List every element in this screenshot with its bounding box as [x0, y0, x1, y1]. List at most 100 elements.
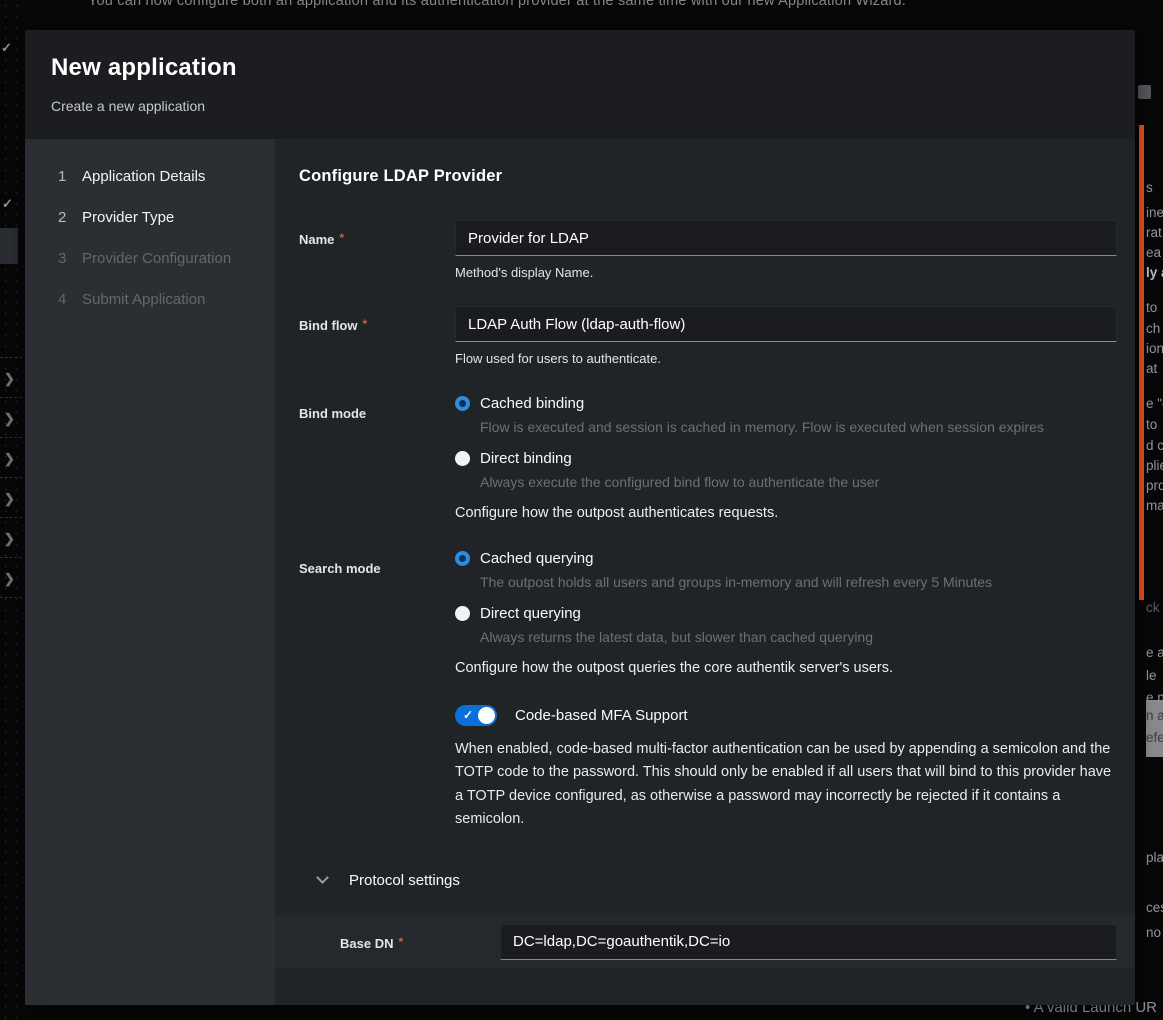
radio-unchecked-icon: [455, 451, 470, 466]
chevron-right-icon: ❯: [4, 491, 15, 507]
required-asterisk: *: [339, 231, 344, 245]
step-label: Submit Application: [82, 291, 205, 308]
base-dn-label: Base DN*: [299, 924, 500, 960]
divider: [0, 357, 22, 358]
background-scroll-button: [1138, 85, 1151, 99]
radio-unchecked-icon: [455, 606, 470, 621]
protocol-settings-label: Protocol settings: [349, 872, 460, 889]
step-number: 4: [58, 291, 82, 308]
divider: [0, 397, 22, 398]
wizard-step-content: Configure LDAP Provider Name* Method's d…: [275, 139, 1135, 1005]
protocol-settings-expander[interactable]: Protocol settings: [318, 872, 1117, 889]
clipped-background-text: s: [1146, 180, 1153, 195]
clipped-background-text: pro: [1146, 478, 1163, 493]
background-orange-scrollbar: [1139, 125, 1144, 600]
radio-cached-querying[interactable]: Cached querying: [455, 550, 1117, 567]
clipped-background-text: ine: [1146, 205, 1163, 220]
required-asterisk: *: [363, 317, 368, 331]
clipped-background-text: ces: [1146, 900, 1163, 915]
clipped-background-text: le: [1146, 668, 1157, 683]
search-mode-label: Search mode: [299, 550, 455, 676]
radio-label: Direct binding: [480, 450, 572, 467]
clipped-background-text: ma: [1146, 498, 1163, 513]
clipped-background-text: e "c: [1146, 396, 1163, 411]
radio-description: The outpost holds all users and groups i…: [480, 574, 1117, 590]
clipped-background-text: ly a: [1146, 265, 1163, 280]
step-application-details[interactable]: 1 Application Details: [25, 156, 275, 197]
bind-mode-label: Bind mode: [299, 395, 455, 521]
background-banner-text: You can now configure both an applicatio…: [88, 0, 906, 9]
bind-flow-label: Bind flow*: [299, 306, 455, 366]
modal-title: New application: [51, 54, 1109, 82]
radio-label: Direct querying: [480, 605, 581, 622]
required-asterisk: *: [398, 935, 403, 949]
radio-description: Always execute the configured bind flow …: [480, 474, 1117, 490]
clipped-background-text: ch: [1146, 321, 1160, 336]
step-provider-type[interactable]: 2 Provider Type: [25, 197, 275, 238]
divider: [0, 597, 22, 598]
clipped-background-text: ion: [1146, 341, 1163, 356]
radio-direct-binding[interactable]: Direct binding: [455, 450, 1117, 467]
clipped-background-text: ck: [1146, 600, 1160, 615]
bind-flow-help: Flow used for users to authenticate.: [455, 351, 1117, 366]
mfa-label-spacer: [299, 705, 455, 832]
radio-description: Flow is executed and session is cached i…: [480, 419, 1117, 435]
radio-checked-icon: [455, 551, 470, 566]
clipped-background-text: rat: [1146, 225, 1162, 240]
radio-description: Always returns the latest data, but slow…: [480, 629, 1117, 645]
chevron-right-icon: ❯: [4, 531, 15, 547]
clipped-background-text: plie: [1146, 458, 1163, 473]
modal-header: New application Create a new application: [25, 30, 1135, 139]
step-label: Provider Configuration: [82, 250, 231, 267]
bind-mode-help: Configure how the outpost authenticates …: [455, 505, 1117, 521]
step-label: Application Details: [82, 168, 205, 185]
divider: [0, 437, 22, 438]
radio-checked-icon: [455, 396, 470, 411]
name-help: Method's display Name.: [455, 265, 1117, 280]
chevron-down-icon: [316, 872, 329, 885]
clipped-background-text: at: [1146, 361, 1157, 376]
divider: [0, 557, 22, 558]
clipped-background-text: no: [1146, 925, 1161, 940]
background-nav-highlight: [0, 228, 18, 264]
clipped-background-text: d c: [1146, 438, 1163, 453]
clipped-background-text: to: [1146, 300, 1157, 315]
chevron-right-icon: ❯: [4, 451, 15, 467]
divider: [0, 477, 22, 478]
chevron-right-icon: ❯: [4, 371, 15, 387]
check-icon: ✓: [1, 40, 12, 56]
toggle-knob: [478, 707, 495, 724]
divider: [0, 517, 22, 518]
chevron-right-icon: ❯: [4, 571, 15, 587]
step-number: 1: [58, 168, 82, 185]
background-page-left-edge: [0, 0, 25, 1020]
mfa-help: When enabled, code-based multi-factor au…: [455, 738, 1117, 832]
step-provider-configuration: 3 Provider Configuration: [25, 238, 275, 279]
mfa-toggle[interactable]: [455, 705, 497, 726]
name-label: Name*: [299, 220, 455, 280]
name-input[interactable]: [455, 220, 1117, 256]
step-number: 2: [58, 209, 82, 226]
step-submit-application: 4 Submit Application: [25, 279, 275, 320]
step-label: Provider Type: [82, 209, 174, 226]
clipped-background-text: pla: [1146, 850, 1163, 865]
wizard-steps-nav: 1 Application Details 2 Provider Type 3 …: [25, 139, 275, 1005]
radio-direct-querying[interactable]: Direct querying: [455, 605, 1117, 622]
chevron-right-icon: ❯: [4, 411, 15, 427]
step-number: 3: [58, 250, 82, 267]
radio-cached-binding[interactable]: Cached binding: [455, 395, 1117, 412]
clipped-background-text: ea: [1146, 245, 1161, 260]
clipped-background-text: e a: [1146, 645, 1163, 660]
modal-subtitle: Create a new application: [51, 98, 1109, 114]
radio-label: Cached querying: [480, 550, 593, 567]
new-application-modal: New application Create a new application…: [25, 30, 1135, 1005]
search-mode-help: Configure how the outpost queries the co…: [455, 660, 1117, 676]
bind-flow-select[interactable]: [455, 306, 1117, 342]
clipped-background-text: efe: [1146, 730, 1163, 745]
radio-label: Cached binding: [480, 395, 584, 412]
check-icon: ✓: [2, 196, 13, 212]
mfa-toggle-label: Code-based MFA Support: [515, 707, 688, 724]
base-dn-row: Base DN*: [275, 915, 1135, 968]
base-dn-input[interactable]: [500, 924, 1117, 960]
clipped-background-text: to: [1146, 417, 1157, 432]
